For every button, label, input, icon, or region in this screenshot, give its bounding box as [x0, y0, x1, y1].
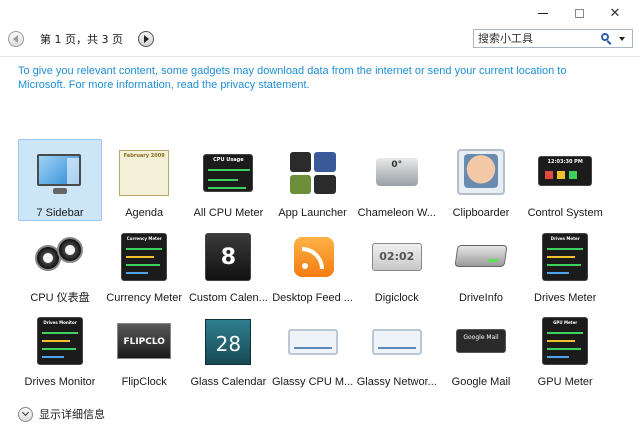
gadget-tile[interactable]: 8 Custom Calen...	[186, 224, 270, 306]
gadget-tile[interactable]: 12:03:30 PM Control System	[523, 139, 607, 221]
search-icon[interactable]	[598, 31, 616, 47]
gadget-tile[interactable]: CPU Usage All CPU Meter	[186, 139, 270, 221]
previous-page-button[interactable]	[8, 31, 24, 47]
chevron-down-icon	[619, 36, 625, 41]
hard-drive-icon	[454, 233, 508, 281]
digital-clock-icon: 02:02	[370, 233, 424, 281]
thumb-text: Drives Monitor	[43, 320, 77, 325]
gadget-label: Clipboarder	[452, 207, 510, 219]
gadget-label: Digiclock	[374, 291, 419, 304]
gadget-tile[interactable]: 02:02 Digiclock	[355, 224, 439, 306]
gadget-label: CPU 仪表盘	[30, 292, 90, 305]
dial-gauge-icon	[33, 233, 87, 279]
gadget-label: Glassy Networ...	[356, 376, 437, 388]
gadget-label: DriveInfo	[458, 291, 504, 304]
thumb-text: Drives Meter	[550, 235, 580, 241]
gadget-label: Desktop Feed ...	[272, 291, 353, 304]
thumb-text: FLIPCLO	[123, 337, 165, 347]
gadget-tile[interactable]: CPU 仪表盘	[18, 224, 102, 306]
gadget-label: Chameleon W...	[357, 207, 436, 219]
next-page-button[interactable]	[137, 31, 154, 47]
cpu-graph-icon: CPU Usage	[201, 148, 255, 196]
close-button[interactable]: ✕	[606, 4, 624, 22]
thumb-text: 02:02	[379, 249, 415, 263]
rss-icon	[286, 233, 340, 281]
gadget-tile[interactable]: 0° Chameleon W...	[355, 139, 439, 221]
arrow-left-icon	[13, 35, 18, 43]
gadget-tile[interactable]: DriveInfo	[439, 224, 523, 306]
gadget-label: Control System	[527, 207, 603, 219]
mail-icon: Google Mail	[454, 317, 508, 365]
thumb-text: February 2009	[123, 153, 165, 159]
page-indicator: 第 1 页，共 3 页	[40, 33, 123, 46]
drives-monitor-icon: Drives Monitor	[33, 317, 87, 365]
gadget-label: Agenda	[125, 207, 164, 219]
gadget-tile[interactable]: Drives Monitor Drives Monitor	[18, 308, 102, 390]
details-label: 显示详细信息	[39, 408, 105, 421]
gpu-graph-icon: GPU Meter	[538, 317, 592, 365]
gadget-label: Custom Calen...	[188, 291, 268, 304]
control-panel-icon: 12:03:30 PM	[538, 148, 593, 196]
gadget-tile[interactable]: 7 Sidebar	[18, 139, 102, 221]
gadget-label: Glass Calendar	[190, 376, 267, 388]
gadget-label: Currency Meter	[106, 291, 183, 304]
glass-cpu-icon	[286, 317, 340, 365]
gadget-label: 7 Sidebar	[36, 207, 84, 219]
gadget-label: All CPU Meter	[193, 207, 264, 219]
gadget-label: Google Mail	[451, 376, 511, 388]
date-calendar-icon: 8	[201, 232, 255, 281]
close-icon: ✕	[609, 5, 621, 20]
gadget-label: Glassy CPU M...	[271, 376, 354, 388]
thumb-text: 0°	[391, 160, 403, 170]
gadget-tile[interactable]: Clipboarder	[439, 139, 523, 221]
minimize-button[interactable]	[534, 4, 552, 22]
calendar-grid-icon: February 2009	[117, 148, 171, 196]
weather-icon: 0°	[370, 148, 424, 196]
gadget-label: Drives Monitor	[24, 376, 96, 388]
currency-list-icon: Currency Meter	[117, 232, 171, 281]
thumb-text: 8	[220, 244, 237, 270]
gadget-tile[interactable]: GPU Meter GPU Meter	[523, 308, 607, 390]
divider	[0, 56, 640, 57]
pager: 第 1 页，共 3 页	[8, 29, 154, 49]
maximize-button[interactable]	[570, 4, 588, 22]
thumb-text: 28	[215, 332, 242, 356]
arrow-right-icon	[144, 35, 150, 43]
flip-clock-icon: FLIPCLO	[117, 317, 172, 365]
drives-graph-icon: Drives Meter	[538, 232, 592, 281]
gadget-tile[interactable]: Drives Meter Drives Meter	[523, 224, 607, 306]
gadget-tile[interactable]: 28 Glass Calendar	[186, 308, 270, 390]
thumb-text: GPU Meter	[553, 320, 578, 325]
search-input[interactable]	[474, 30, 598, 47]
gadget-label: FlipClock	[121, 376, 167, 388]
photo-icon	[454, 148, 508, 196]
search-dropdown-button[interactable]	[616, 31, 628, 47]
thumb-text: CPU Usage	[213, 157, 244, 163]
gadget-tile[interactable]: Glassy Networ...	[355, 308, 439, 390]
gadget-tile[interactable]: Currency Meter Currency Meter	[102, 224, 186, 306]
maximize-icon	[574, 8, 584, 18]
gadget-tile[interactable]: Google Mail Google Mail	[439, 308, 523, 390]
gadget-tile[interactable]: Glassy CPU M...	[271, 308, 355, 390]
chevron-down-icon	[21, 408, 30, 417]
gadget-tile[interactable]: February 2009 Agenda	[102, 139, 186, 221]
gadget-label: App Launcher	[278, 207, 347, 219]
thumb-text: 12:03:30 PM	[547, 159, 583, 165]
details-toggle[interactable]: 显示详细信息	[18, 406, 105, 422]
privacy-notice[interactable]: To give you relevant content, some gadge…	[18, 64, 608, 92]
app-grid-icon	[286, 148, 340, 196]
gadget-tile[interactable]: Desktop Feed ...	[271, 224, 355, 306]
thumb-text: Currency Meter	[126, 235, 162, 241]
gadget-tile[interactable]: App Launcher	[271, 139, 355, 221]
search-box	[473, 29, 633, 48]
minimize-icon	[538, 12, 548, 14]
monitor-icon	[33, 148, 87, 196]
gadget-label: Drives Meter	[534, 291, 597, 304]
thumb-text: Google Mail	[463, 334, 499, 341]
expand-details-button[interactable]	[18, 406, 33, 422]
gadget-tile[interactable]: FLIPCLO FlipClock	[102, 308, 186, 390]
gadget-label: GPU Meter	[537, 376, 593, 388]
glass-calendar-icon: 28	[201, 317, 255, 365]
glass-network-icon	[370, 317, 424, 365]
